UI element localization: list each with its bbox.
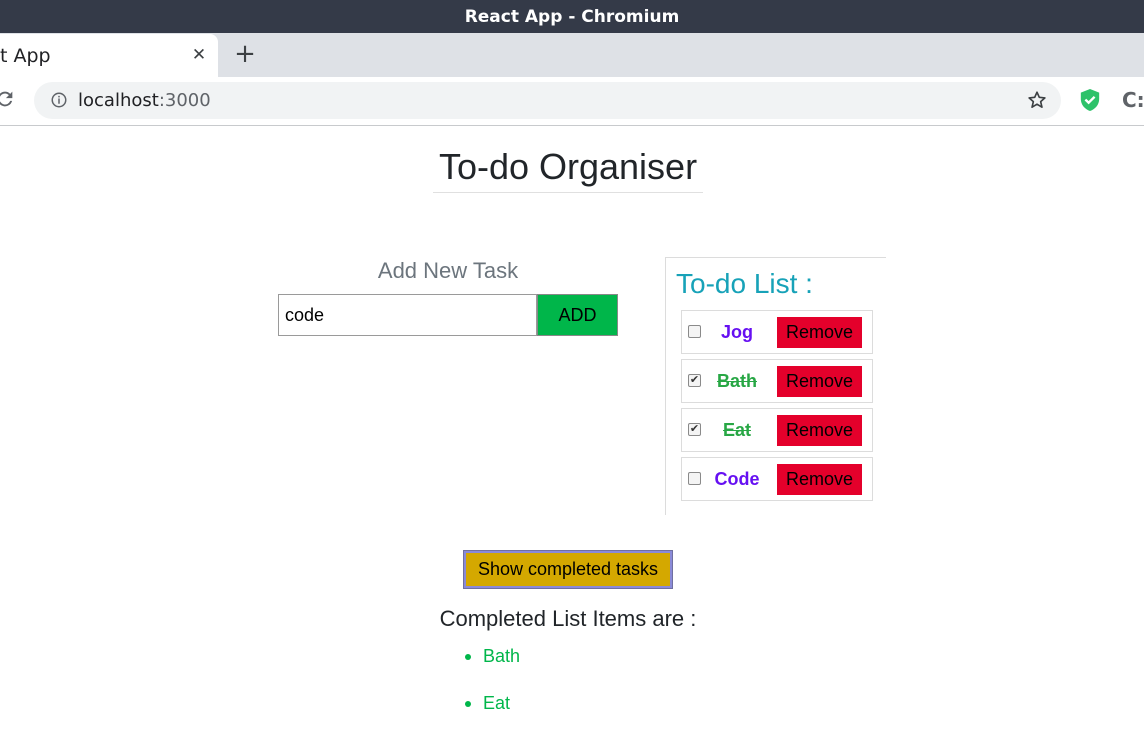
completed-item-label: Eat <box>483 693 511 713</box>
add-task-heading: Add New Task <box>377 258 519 283</box>
todo-item-name: Eat <box>722 419 751 440</box>
todo-item: ✔ Eat Remove <box>681 408 873 452</box>
todo-item-name: Code <box>714 468 760 489</box>
address-bar[interactable]: localhost:3000 <box>34 82 1061 119</box>
reload-icon[interactable] <box>0 88 16 110</box>
show-completed-button[interactable]: Show completed tasks <box>463 550 673 589</box>
todo-checkbox[interactable]: ✔ <box>688 423 701 436</box>
shield-extension-icon[interactable] <box>1079 88 1101 112</box>
todo-item-name: Jog <box>720 321 753 342</box>
page-title: To-do Organiser <box>433 146 703 193</box>
browser-toolbar: localhost:3000 C: <box>0 77 1144 126</box>
completed-list: Bath Eat <box>465 645 520 739</box>
bullet-icon <box>465 654 471 660</box>
todo-item-name: Bath <box>717 370 757 391</box>
todo-item: Jog Remove <box>681 310 873 354</box>
browser-tab[interactable]: t App ✕ <box>0 34 218 77</box>
tab-strip: t App ✕ + <box>0 33 1144 77</box>
completed-list-item: Eat <box>465 692 520 739</box>
bullet-icon <box>465 701 471 707</box>
url-port: :3000 <box>158 90 211 111</box>
completed-item-label: Bath <box>483 646 521 666</box>
add-button[interactable]: ADD <box>537 294 618 336</box>
star-icon[interactable] <box>1026 89 1048 111</box>
todo-checkbox[interactable] <box>688 472 701 485</box>
new-tab-icon[interactable]: + <box>233 41 257 67</box>
todo-list-panel: To-do List : Jog Remove ✔ Bath Remove ✔ … <box>665 257 886 515</box>
todo-checkbox[interactable]: ✔ <box>688 374 701 387</box>
remove-button[interactable]: Remove <box>777 317 862 348</box>
todo-list-heading: To-do List : <box>676 268 813 299</box>
tab-close-icon[interactable]: ✕ <box>188 44 210 66</box>
extension-c-icon[interactable]: C: <box>1122 88 1144 112</box>
window-title: React App - Chromium <box>464 6 680 27</box>
window-titlebar: React App - Chromium <box>0 0 1144 33</box>
new-task-input[interactable] <box>278 294 537 336</box>
todo-item: Code Remove <box>681 457 873 501</box>
completed-list-item: Bath <box>465 645 520 692</box>
tab-title: t App <box>0 45 51 67</box>
completed-list-heading: Completed List Items are : <box>439 606 697 631</box>
todo-checkbox[interactable] <box>688 325 701 338</box>
remove-button[interactable]: Remove <box>777 415 862 446</box>
url-text[interactable]: localhost:3000 <box>78 90 211 111</box>
remove-button[interactable]: Remove <box>777 464 862 495</box>
info-icon[interactable] <box>50 91 68 109</box>
remove-button[interactable]: Remove <box>777 366 862 397</box>
todo-item: ✔ Bath Remove <box>681 359 873 403</box>
url-host: localhost <box>78 90 159 111</box>
